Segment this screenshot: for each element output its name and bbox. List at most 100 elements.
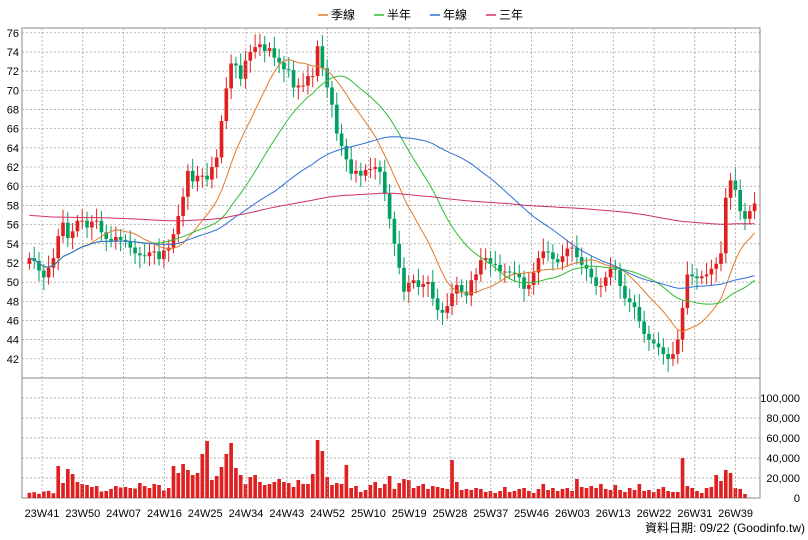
candle-body (368, 168, 373, 170)
price-tick-label: 60 (7, 181, 19, 193)
volume-bar (349, 488, 354, 498)
volume-bar (507, 492, 512, 498)
candle-body (608, 268, 613, 278)
volume-bar (719, 481, 723, 498)
volume-bar (512, 491, 517, 498)
candle-body (306, 75, 310, 86)
volume-bar (339, 484, 344, 498)
volume-bar (243, 484, 248, 498)
volume-bar (704, 488, 709, 498)
x-tick-label: 24W16 (147, 508, 182, 520)
volume-bar (402, 479, 406, 498)
volume-bar (186, 470, 190, 498)
volume-bar (555, 491, 560, 498)
volume-bar (80, 484, 85, 498)
candle-body (723, 197, 728, 254)
price-tick-label: 56 (7, 220, 19, 232)
volume-bar (474, 488, 478, 498)
volume-bar (262, 485, 267, 498)
volume-bar (224, 454, 229, 498)
volume-bar (709, 487, 714, 498)
candle-body (262, 44, 267, 52)
x-tick-label: 25W46 (514, 508, 549, 520)
volume-bar (99, 491, 104, 498)
candle-body (699, 276, 704, 279)
volume-bar (469, 490, 474, 498)
volume-bar (455, 482, 459, 498)
volume-bar (334, 483, 339, 498)
volume-bar (291, 487, 296, 498)
candle-body (690, 274, 694, 277)
volume-bar (310, 474, 315, 498)
volume-bar (450, 460, 454, 498)
candle-body (147, 252, 152, 257)
volume-bar (229, 443, 233, 498)
candle-body (719, 253, 723, 264)
volume-bar (392, 489, 397, 498)
volume-bar (637, 484, 642, 498)
candle-body (358, 170, 363, 176)
legend-label: 年線 (443, 7, 467, 22)
volume-bar (459, 490, 464, 498)
volume-bar (325, 477, 329, 498)
candle-body (253, 47, 257, 52)
legend-label: 半年 (387, 8, 411, 22)
candle-body (493, 263, 498, 265)
candle-body (214, 157, 219, 168)
candle-body (743, 211, 747, 219)
candle-body (695, 276, 699, 279)
x-tick-label: 25W28 (433, 508, 468, 520)
volume-bar (642, 491, 646, 498)
candle-body (382, 171, 387, 194)
volume-bar (315, 440, 320, 498)
volume-bar (479, 489, 483, 498)
candle-body (157, 251, 161, 260)
volume-bar (133, 488, 137, 498)
candle-body (671, 354, 675, 359)
x-tick-label: 25W10 (351, 508, 386, 520)
volume-bar (358, 492, 363, 498)
candle-body (138, 253, 142, 256)
volume-bar (32, 492, 37, 498)
volume-bar (248, 477, 253, 498)
candle-body (61, 222, 65, 237)
candle-body (416, 280, 421, 287)
volume-bar (579, 487, 584, 498)
candle-body (512, 272, 517, 274)
volume-bar (406, 480, 411, 498)
candle-body (387, 193, 392, 219)
candle-body (450, 293, 454, 307)
price-tick-label: 76 (7, 28, 19, 40)
candle-body (430, 282, 435, 299)
volume-bar (382, 484, 387, 498)
candle-body (392, 218, 397, 244)
candle-body (632, 302, 637, 308)
price-tick-label: 62 (7, 162, 19, 174)
candle-body (142, 255, 147, 257)
volume-bar (104, 491, 109, 498)
volume-bar (728, 473, 733, 498)
volume-bar (123, 487, 128, 498)
x-tick-label: 24W34 (229, 508, 264, 520)
volume-bar (536, 489, 541, 498)
candle-body (70, 231, 75, 238)
volume-bar (541, 484, 546, 498)
legend: 季線 半年 年線 三年 (318, 7, 523, 22)
candle-body (224, 88, 229, 122)
candle-body (334, 104, 339, 134)
volume-bar (373, 482, 378, 498)
candle-body (623, 285, 627, 299)
candle-body (234, 63, 238, 66)
volume-bar (128, 488, 133, 498)
volume-bar (738, 489, 743, 498)
volume-bar (483, 492, 488, 498)
volume-bar (675, 492, 680, 498)
volume-bar (162, 490, 166, 498)
candle-body (594, 277, 598, 286)
volume-bar (690, 488, 694, 498)
price-tick-label: 68 (7, 105, 19, 117)
volume-bar (546, 490, 550, 498)
volume-tick-label: 0 (794, 493, 800, 505)
candle-body (459, 284, 464, 292)
volume-bar (594, 488, 598, 498)
